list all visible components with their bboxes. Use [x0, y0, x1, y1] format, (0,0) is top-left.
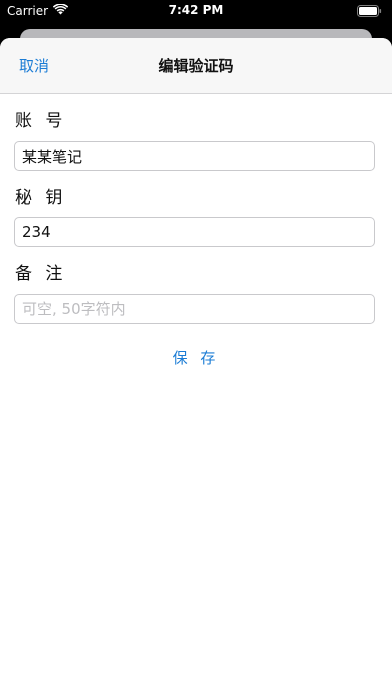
save-button[interactable]: 保 存 — [0, 347, 392, 368]
screen: Carrier 7:42 PM 取消 编辑验证码 账 号 某某笔记 秘 钥 23… — [0, 0, 392, 696]
status-right — [357, 5, 382, 20]
secret-field[interactable] — [14, 217, 375, 247]
note-label: 备 注 — [15, 264, 67, 284]
account-label: 账 号 — [15, 111, 67, 131]
navigation-bar: 取消 编辑验证码 — [0, 38, 392, 94]
account-field[interactable] — [14, 141, 375, 171]
edit-code-sheet: 取消 编辑验证码 账 号 秘 钥 备 注 保 存 — [0, 38, 392, 696]
battery-icon — [357, 5, 382, 20]
status-time: 7:42 PM — [168, 3, 224, 17]
secret-label: 秘 钥 — [15, 188, 67, 208]
note-field[interactable] — [14, 294, 375, 324]
page-title: 编辑验证码 — [158, 57, 234, 75]
status-bar: Carrier 7:42 PM — [0, 0, 392, 22]
